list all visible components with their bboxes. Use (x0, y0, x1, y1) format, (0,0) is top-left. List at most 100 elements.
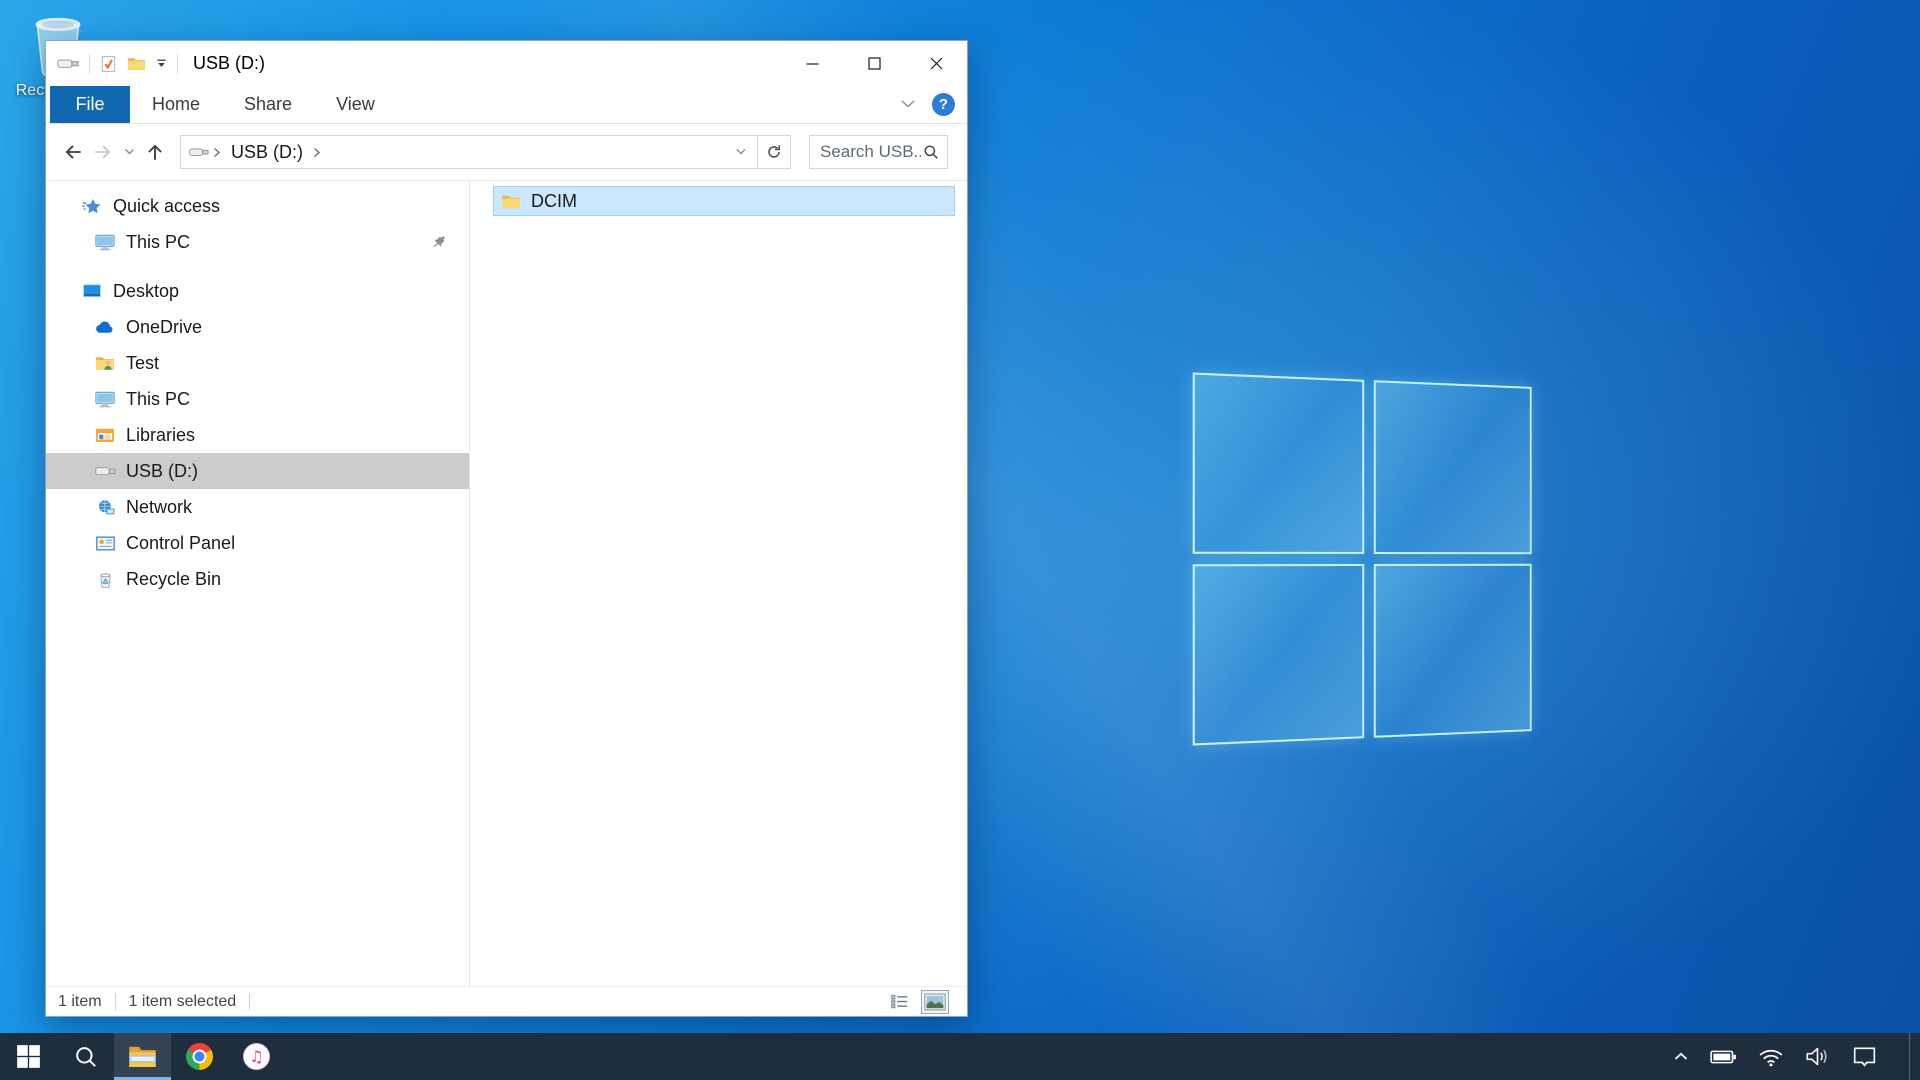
taskbar-itunes-button[interactable]: ♫ (228, 1033, 285, 1080)
sidebar-item-libraries[interactable]: Libraries (46, 417, 469, 453)
sidebar-item-recycle-bin[interactable]: Recycle Bin (46, 561, 469, 597)
thumbnails-view-icon (924, 993, 946, 1011)
sidebar-item-this-pc-pinned[interactable]: This PC (46, 224, 469, 260)
sidebar-item-label: Quick access (113, 196, 220, 217)
recent-locations-button[interactable] (118, 148, 140, 156)
taskbar: ♫ (0, 1033, 1920, 1080)
this-pc-icon (94, 234, 116, 251)
recycle-bin-icon (94, 571, 116, 588)
libraries-icon (94, 427, 116, 443)
help-button[interactable]: ? (932, 93, 955, 116)
start-button[interactable] (0, 1033, 57, 1080)
sidebar-item-label: OneDrive (126, 317, 202, 338)
properties-button[interactable] (95, 55, 122, 73)
file-item-name: DCIM (531, 191, 577, 212)
itunes-icon: ♫ (243, 1043, 270, 1070)
sidebar-item-label: USB (D:) (126, 461, 198, 482)
sidebar-item-label: Libraries (126, 425, 195, 446)
refresh-button[interactable] (758, 136, 790, 168)
status-separator (249, 993, 250, 1010)
search-input[interactable] (818, 141, 923, 163)
back-arrow-icon (62, 141, 84, 163)
sidebar-item-label: Recycle Bin (126, 569, 221, 590)
sidebar-item-desktop[interactable]: Desktop (46, 273, 469, 309)
new-folder-button[interactable] (122, 56, 151, 71)
refresh-icon (766, 144, 782, 160)
file-explorer-icon (128, 1045, 157, 1069)
sidebar-item-label: Network (126, 497, 192, 518)
close-button[interactable] (905, 41, 967, 86)
sidebar-item-control-panel[interactable]: Control Panel (46, 525, 469, 561)
breadcrumb-chevron-icon (313, 147, 321, 158)
windows-logo-pane (1193, 564, 1364, 746)
sidebar-item-label: Test (126, 353, 159, 374)
volume-icon[interactable] (1805, 1046, 1830, 1067)
breadcrumb-chevron-icon (213, 147, 221, 158)
action-center-icon[interactable] (1851, 1045, 1878, 1069)
onedrive-cloud-icon (94, 321, 116, 334)
windows-start-icon (16, 1044, 41, 1069)
sidebar-group-gap (46, 260, 469, 273)
usb-drive-icon (94, 465, 116, 477)
windows-logo-pane (1374, 564, 1532, 738)
taskbar-file-explorer-button[interactable] (114, 1033, 171, 1080)
back-button[interactable] (58, 141, 88, 163)
close-icon (929, 56, 944, 71)
taskbar-search-button[interactable] (57, 1033, 114, 1080)
customize-chevron-icon (156, 58, 167, 69)
wifi-icon[interactable] (1758, 1047, 1784, 1067)
window-controls (781, 41, 967, 86)
sidebar-item-label: Control Panel (126, 533, 235, 554)
file-item-dcim[interactable]: DCIM (493, 186, 955, 216)
pin-icon (431, 234, 447, 250)
system-tray (1673, 1033, 1920, 1080)
chevron-down-icon (735, 148, 747, 156)
user-folder-icon (94, 355, 116, 371)
up-arrow-icon (144, 141, 166, 163)
search-icon (923, 144, 939, 160)
usb-drive-icon (189, 146, 209, 158)
title-bar[interactable]: USB (D:) (46, 41, 967, 86)
sidebar-item-label: This PC (126, 389, 190, 410)
up-button[interactable] (140, 141, 170, 163)
details-view-icon (890, 993, 909, 1010)
sidebar-item-quick-access[interactable]: Quick access (46, 188, 469, 224)
windows-logo-wallpaper (1193, 372, 1532, 745)
tab-file[interactable]: File (50, 86, 130, 123)
battery-icon[interactable] (1710, 1049, 1737, 1065)
network-icon (94, 499, 116, 515)
windows-logo-pane (1193, 372, 1364, 554)
sidebar-item-this-pc[interactable]: This PC (46, 381, 469, 417)
chevron-down-icon (900, 99, 916, 109)
details-view-button[interactable] (885, 990, 913, 1014)
show-desktop-button[interactable] (1909, 1033, 1910, 1080)
minimize-button[interactable] (781, 41, 843, 86)
forward-arrow-icon (92, 141, 114, 163)
status-separator (115, 993, 116, 1010)
window-title: USB (D:) (193, 53, 265, 74)
tab-view[interactable]: View (314, 86, 397, 123)
address-bar[interactable]: USB (D:) (180, 135, 791, 169)
thumbnails-view-button[interactable] (921, 990, 949, 1014)
address-history-button[interactable] (725, 136, 757, 168)
tray-expand-chevron-icon[interactable] (1673, 1051, 1689, 1062)
taskbar-chrome-button[interactable] (171, 1033, 228, 1080)
maximize-button[interactable] (843, 41, 905, 86)
tab-home[interactable]: Home (130, 86, 222, 123)
this-pc-icon (94, 391, 116, 408)
tab-share[interactable]: Share (222, 86, 314, 123)
folder-content-area[interactable]: DCIM (470, 181, 967, 986)
quick-access-star-icon (81, 197, 103, 216)
customize-toolbar-button[interactable] (151, 58, 172, 69)
sidebar-item-network[interactable]: Network (46, 489, 469, 525)
file-explorer-window: USB (D:) File Home Share View (45, 40, 968, 1017)
maximize-icon (867, 56, 882, 71)
search-box[interactable] (809, 135, 948, 169)
sidebar-item-test[interactable]: Test (46, 345, 469, 381)
status-bar: 1 item 1 item selected (46, 986, 967, 1016)
sidebar-item-usb-drive[interactable]: USB (D:) (46, 453, 469, 489)
sidebar-item-onedrive[interactable]: OneDrive (46, 309, 469, 345)
breadcrumb-drive[interactable]: USB (D:) (231, 142, 303, 163)
collapse-ribbon-button[interactable] (900, 96, 916, 114)
forward-button[interactable] (88, 141, 118, 163)
